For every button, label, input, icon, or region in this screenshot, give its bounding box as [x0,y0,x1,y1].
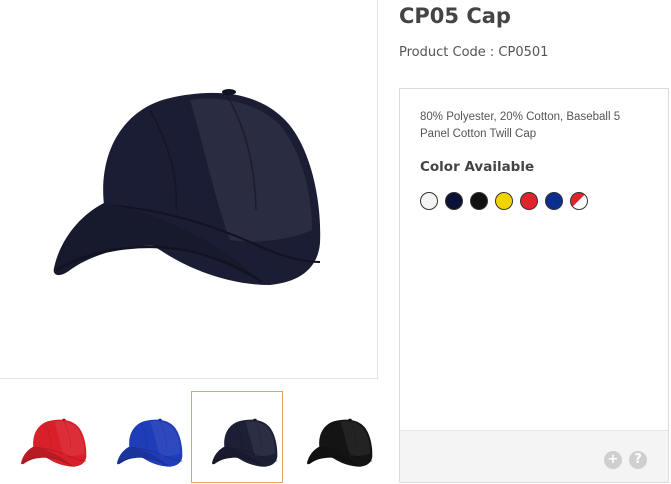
cap-thumbnail-image [117,418,183,467]
color-swatch-navy[interactable] [445,192,463,210]
thumbnail-royal-blue[interactable] [96,391,188,483]
thumbnail-navy[interactable] [191,391,283,483]
cap-thumbnail-image [21,418,87,467]
cap-image [53,89,321,285]
thumbnail-red[interactable] [0,391,92,483]
product-title: CP05 Cap [399,4,511,28]
cap-thumbnail-image [212,418,278,467]
add-button[interactable]: + [604,451,622,469]
main-product-image [0,0,378,379]
color-swatch-black[interactable] [470,192,488,210]
cap-thumbnail-image [307,418,373,467]
product-details-panel: 80% Polyester, 20% Cotton, Baseball 5 Pa… [399,88,669,483]
thumbnail-black[interactable] [286,391,378,483]
color-swatch-red-white[interactable] [570,192,588,210]
panel-footer: + ? [400,430,668,482]
product-description: 80% Polyester, 20% Cotton, Baseball 5 Pa… [420,111,621,140]
thumbnail-strip [0,391,378,483]
color-swatch-yellow[interactable] [495,192,513,210]
product-code: Product Code : CP0501 [399,45,549,60]
color-swatch-royal-blue[interactable] [545,192,563,210]
help-button[interactable]: ? [629,451,647,469]
color-swatch-white[interactable] [420,192,438,210]
color-swatch-red[interactable] [520,192,538,210]
color-available-heading: Color Available [420,159,535,175]
